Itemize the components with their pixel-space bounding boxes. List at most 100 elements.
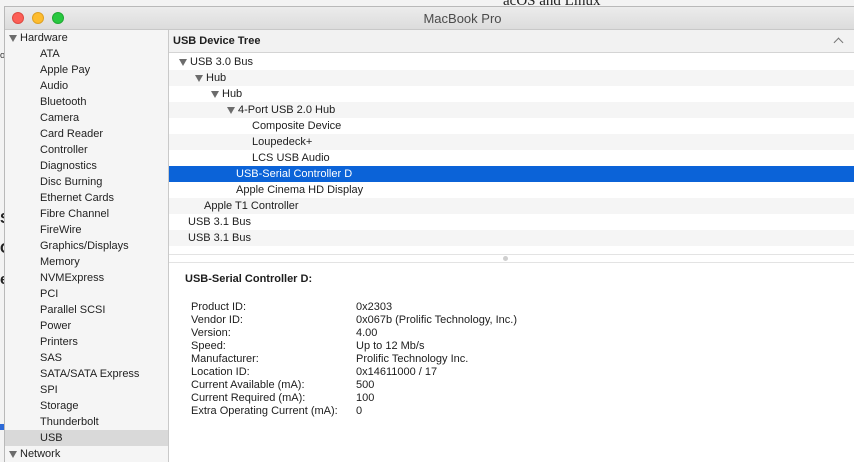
tree-row[interactable]: USB 3.1 Bus (169, 214, 854, 230)
tree-header-label: USB Device Tree (173, 35, 261, 47)
sidebar-item[interactable]: Controller (5, 142, 168, 158)
sidebar-item[interactable]: Graphics/Displays (5, 238, 168, 254)
tree-row[interactable]: Apple T1 Controller (169, 198, 854, 214)
tree-row[interactable]: 4-Port USB 2.0 Hub (169, 102, 854, 118)
tree-row-label: Hub (222, 88, 243, 100)
property-label: Version: (191, 327, 231, 339)
tree-row-label: Loupedeck+ (252, 136, 313, 148)
property-label: Current Available (mA): (191, 379, 305, 391)
main-pane: USB Device Tree USB 3.0 Bus Hub Hub 4-Port … (169, 30, 854, 462)
sidebar-group[interactable]: Network (5, 446, 168, 462)
property-row: Speed: Up to 12 Mb/s (191, 340, 517, 353)
sidebar-item[interactable]: Disc Burning (5, 174, 168, 190)
system-information-window: MacBook Pro Hardware ATA Apple Pay Audio Blu… (4, 6, 854, 462)
property-list: Product ID: 0x2303 Vendor ID: 0x067b (Proli… (191, 301, 517, 418)
pane-splitter[interactable] (169, 254, 854, 263)
sidebar-item[interactable]: Storage (5, 398, 168, 414)
property-label: Speed: (191, 340, 226, 352)
property-label: Product ID: (191, 301, 247, 313)
sidebar-item[interactable]: Camera (5, 110, 168, 126)
sidebar-item[interactable]: ATA (5, 46, 168, 62)
disclosure-triangle-icon[interactable] (9, 35, 17, 42)
tree-row-label: Composite Device (252, 120, 342, 132)
detail-title: USB-Serial Controller D: (185, 273, 313, 285)
tree-row-label: USB 3.0 Bus (190, 56, 253, 68)
sidebar-item[interactable]: Fibre Channel (5, 206, 168, 222)
tree-row-label: 4-Port USB 2.0 Hub (238, 104, 336, 116)
property-row: Current Available (mA): 500 (191, 379, 517, 392)
property-value: 0x14611000 / 17 (356, 366, 438, 378)
property-label: Location ID: (191, 366, 250, 378)
sidebar-item[interactable]: Audio (5, 78, 168, 94)
tree-row-label: USB-Serial Controller D (236, 168, 353, 180)
sidebar-group[interactable]: Hardware (5, 30, 168, 46)
splitter-handle-icon[interactable] (503, 256, 508, 261)
property-label: Extra Operating Current (mA): (191, 405, 338, 417)
sidebar-item[interactable]: SAS (5, 350, 168, 366)
tree-row-label: USB 3.1 Bus (188, 232, 251, 244)
tree-row[interactable]: USB 3.0 Bus (169, 54, 854, 70)
sidebar-item[interactable]: SPI (5, 382, 168, 398)
tree-row[interactable]: Composite Device (169, 118, 854, 134)
sidebar-item[interactable]: Ethernet Cards (5, 190, 168, 206)
disclosure-triangle-icon[interactable] (9, 451, 17, 458)
sidebar-item[interactable]: Diagnostics (5, 158, 168, 174)
sidebar-item[interactable]: FireWire (5, 222, 168, 238)
tree-row[interactable]: USB 3.1 Bus (169, 230, 854, 246)
property-row: Version: 4.00 (191, 327, 517, 340)
sidebar-item[interactable]: PCI (5, 286, 168, 302)
sidebar-group-label: Network (20, 448, 61, 460)
sidebar-item[interactable]: Parallel SCSI (5, 302, 168, 318)
disclosure-triangle-icon[interactable] (179, 59, 187, 66)
property-row: Current Required (mA): 100 (191, 392, 517, 405)
sidebar-item[interactable]: Memory (5, 254, 168, 270)
disclosure-triangle-icon[interactable] (195, 75, 203, 82)
sidebar-item[interactable]: Card Reader (5, 126, 168, 142)
sidebar-group-label: Hardware (20, 32, 68, 44)
tree-row[interactable]: LCS USB Audio (169, 150, 854, 166)
property-value: 500 (356, 379, 375, 391)
tree-row[interactable]: Hub (169, 86, 854, 102)
tree-row-label: Apple Cinema HD Display (236, 184, 364, 196)
disclosure-triangle-icon[interactable] (211, 91, 219, 98)
property-value: 0x2303 (356, 301, 393, 313)
property-label: Vendor ID: (191, 314, 243, 326)
property-row: Vendor ID: 0x067b (Prolific Technology, I… (191, 314, 517, 327)
tree-row[interactable]: Hub (169, 70, 854, 86)
detail-pane: USB-Serial Controller D: Product ID: 0x23… (169, 263, 854, 462)
property-row: Product ID: 0x2303 (191, 301, 517, 314)
sidebar-item[interactable]: Power (5, 318, 168, 334)
property-value: 0x067b (Prolific Technology, Inc.) (356, 314, 518, 326)
tree-row-label: USB 3.1 Bus (188, 216, 251, 228)
property-row: Extra Operating Current (mA): 0 (191, 405, 517, 418)
property-value: 100 (356, 392, 375, 404)
property-row: Location ID: 0x14611000 / 17 (191, 366, 517, 379)
tree-row-label: LCS USB Audio (252, 152, 330, 164)
sidebar-item[interactable]: Printers (5, 334, 168, 350)
sidebar-item[interactable]: NVMExpress (5, 270, 168, 286)
tree-row-label: Hub (206, 72, 227, 84)
property-row: Manufacturer: Prolific Technology Inc. (191, 353, 517, 366)
disclosure-triangle-icon[interactable] (227, 107, 235, 114)
sidebar[interactable]: Hardware ATA Apple Pay Audio Bluetooth Camera… (5, 30, 169, 462)
sidebar-item[interactable]: USB (5, 430, 168, 446)
property-value: 0 (356, 405, 363, 417)
tree-header[interactable]: USB Device Tree (169, 30, 854, 53)
sidebar-item[interactable]: Apple Pay (5, 62, 168, 78)
chevron-up-icon[interactable] (833, 37, 844, 48)
window-title: MacBook Pro (423, 11, 502, 26)
property-label: Current Required (mA): (191, 392, 306, 404)
sidebar-item[interactable]: Bluetooth (5, 94, 168, 110)
sidebar-item[interactable]: Thunderbolt (5, 414, 168, 430)
sidebar-item[interactable]: SATA/SATA Express (5, 366, 168, 382)
property-value: 4.00 (356, 327, 378, 339)
tree-row[interactable]: Loupedeck+ (169, 134, 854, 150)
tree-row-label: Apple T1 Controller (204, 200, 299, 212)
tree-row[interactable]: Apple Cinema HD Display (169, 182, 854, 198)
tree-row[interactable]: USB-Serial Controller D (169, 166, 854, 182)
property-value: Prolific Technology Inc. (356, 353, 469, 365)
property-value: Up to 12 Mb/s (356, 340, 425, 352)
title-bar[interactable]: MacBook Pro (5, 7, 854, 30)
property-label: Manufacturer: (191, 353, 259, 365)
usb-device-tree[interactable]: USB 3.0 Bus Hub Hub 4-Port USB 2.0 Hub Compo… (169, 54, 854, 254)
